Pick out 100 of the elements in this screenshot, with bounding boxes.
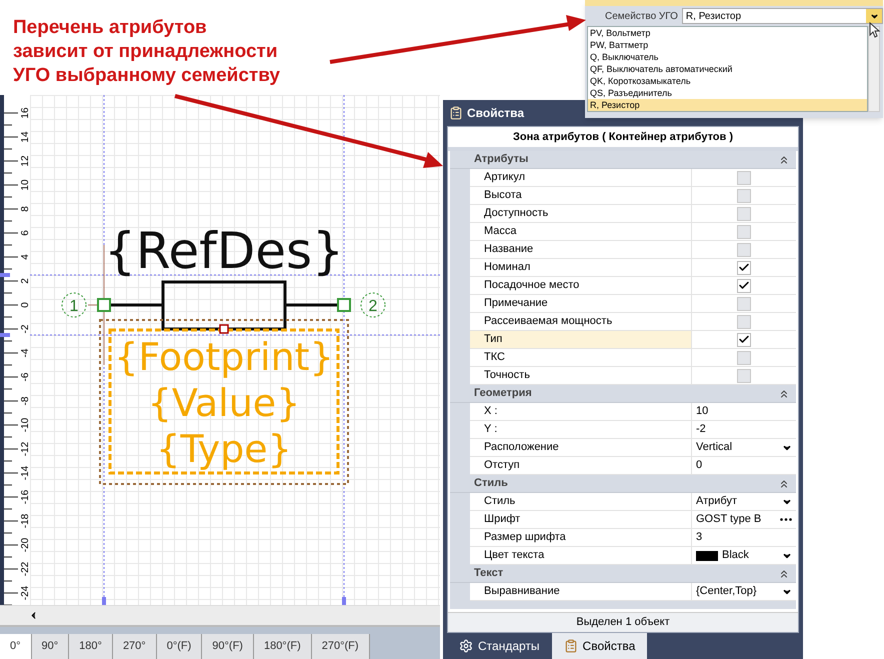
panel-tab[interactable]: Стандарты (447, 633, 552, 659)
category-header[interactable]: Геометрия (450, 385, 796, 403)
family-combobox[interactable]: R, Резистор (682, 8, 883, 24)
property-row[interactable]: Тип (470, 331, 796, 349)
panel-title: Свойства (467, 105, 524, 122)
property-row[interactable]: Точность (470, 367, 796, 385)
ruler-label: -12 (21, 440, 31, 458)
panel-tab[interactable]: Свойства (552, 633, 648, 659)
dropdown-caret-icon[interactable] (870, 12, 878, 20)
pin-number: 2 (368, 298, 378, 315)
property-row[interactable]: Название (470, 241, 796, 259)
ruler-label: -16 (21, 488, 31, 506)
ruler-label: 4 (21, 253, 31, 262)
property-name: Артикул (484, 170, 526, 186)
property-row[interactable]: Цвет текста Black (470, 547, 796, 565)
pin-circle (62, 292, 86, 318)
attribute-zone: {Footprint} {Value} {Type} (108, 328, 340, 474)
checkbox[interactable] (737, 332, 751, 346)
rotation-tab[interactable]: 0°(F) (156, 634, 202, 659)
property-value[interactable]: GOST type B (696, 511, 762, 528)
ruler-label: -22 (21, 560, 31, 578)
category-header[interactable]: Текст (450, 565, 796, 583)
field-label: Семейство УГО (605, 10, 678, 24)
dropdown-option[interactable]: R, Резистор (588, 99, 867, 111)
property-name: ТКС (484, 350, 505, 366)
property-row[interactable]: X : 10 (470, 403, 796, 421)
rotation-tab[interactable]: 270°(F) (312, 634, 370, 659)
collapse-icon[interactable] (778, 568, 790, 580)
rotation-tab[interactable]: 180° (69, 634, 113, 659)
anchor-handle[interactable] (219, 324, 229, 334)
rotation-tab[interactable]: 180°(F) (254, 634, 312, 659)
property-row[interactable]: Артикул (470, 169, 796, 187)
ruler-label: -20 (21, 536, 31, 554)
annotation-text: Перечень атрибутов зависит от принадлежности УГО выбранному семейству (13, 16, 280, 88)
property-name: Тип (484, 332, 502, 348)
rotation-tab[interactable]: 90°(F) (202, 634, 254, 659)
property-name: Масса (484, 224, 517, 240)
property-row[interactable]: Отступ 0 (470, 457, 796, 475)
ruler-label: 14 (21, 130, 31, 145)
property-value[interactable]: Black (722, 547, 749, 564)
property-value[interactable]: {Center,Top} (696, 583, 757, 600)
checkbox[interactable] (737, 368, 751, 382)
checkbox[interactable] (737, 296, 751, 310)
property-value[interactable]: 10 (696, 403, 708, 420)
property-name: Y : (484, 422, 498, 438)
checkbox[interactable] (737, 278, 751, 292)
checkbox[interactable] (737, 242, 751, 256)
property-row[interactable]: Примечание (470, 295, 796, 313)
checkbox[interactable] (737, 224, 751, 238)
property-name: Отступ (484, 458, 520, 474)
ruler-label: -14 (21, 464, 31, 482)
property-row[interactable]: Номинал (470, 259, 796, 277)
property-value[interactable]: -2 (696, 421, 706, 438)
checkbox[interactable] (737, 260, 751, 274)
collapse-icon[interactable] (778, 478, 790, 490)
property-name: Рассеиваемая мощность (484, 314, 612, 330)
property-value[interactable]: Vertical (696, 439, 732, 456)
property-row[interactable]: Высота (470, 187, 796, 205)
property-row[interactable]: Рассеиваемая мощность (470, 313, 796, 331)
checkbox[interactable] (737, 350, 751, 364)
property-name: Выравнивание (484, 584, 560, 600)
property-row[interactable]: Шрифт GOST type B (470, 511, 796, 529)
property-value[interactable]: Атрибут (696, 493, 737, 510)
rotation-tab[interactable]: 0° (0, 634, 32, 659)
checkbox[interactable] (737, 188, 751, 202)
ruler-label: 2 (21, 277, 31, 286)
checkbox[interactable] (737, 206, 751, 220)
ruler-label: -8 (21, 396, 31, 408)
gear-icon (459, 639, 473, 653)
collapse-icon[interactable] (778, 154, 790, 166)
property-row[interactable]: Расположение Vertical (470, 439, 796, 457)
scrollbar[interactable] (868, 26, 880, 112)
rotation-tab[interactable]: 270° (112, 634, 157, 659)
property-row[interactable]: Выравнивание {Center,Top} (470, 583, 796, 601)
property-row[interactable]: Y : -2 (470, 421, 796, 439)
ellipsis-icon[interactable] (780, 518, 792, 521)
property-value[interactable]: 0 (696, 457, 702, 474)
ruler-label: 6 (21, 229, 31, 238)
collapse-icon[interactable] (778, 388, 790, 400)
category-header[interactable]: Стиль (450, 475, 796, 493)
guide-marker (0, 273, 10, 277)
property-value[interactable]: 3 (696, 529, 702, 546)
property-row[interactable]: Посадочное место (470, 277, 796, 295)
property-row[interactable]: Размер шрифта 3 (470, 529, 796, 547)
checkbox[interactable] (737, 314, 751, 328)
properties-icon (449, 106, 463, 120)
pin-square[interactable] (337, 298, 351, 312)
property-row[interactable]: Стиль Атрибут (470, 493, 796, 511)
ruler-label: 8 (21, 205, 31, 214)
ruler-label: 10 (21, 178, 31, 193)
properties-icon (564, 639, 578, 653)
rotation-tab[interactable]: 90° (32, 634, 70, 659)
pin-square[interactable] (97, 298, 111, 312)
category-header[interactable]: Атрибуты (450, 151, 796, 169)
property-row[interactable]: ТКС (470, 349, 796, 367)
checkbox[interactable] (737, 170, 751, 184)
property-row[interactable]: Масса (470, 223, 796, 241)
property-row[interactable]: Доступность (470, 205, 796, 223)
dropdown-button[interactable] (866, 9, 882, 23)
ruler-label: -4 (21, 348, 31, 360)
